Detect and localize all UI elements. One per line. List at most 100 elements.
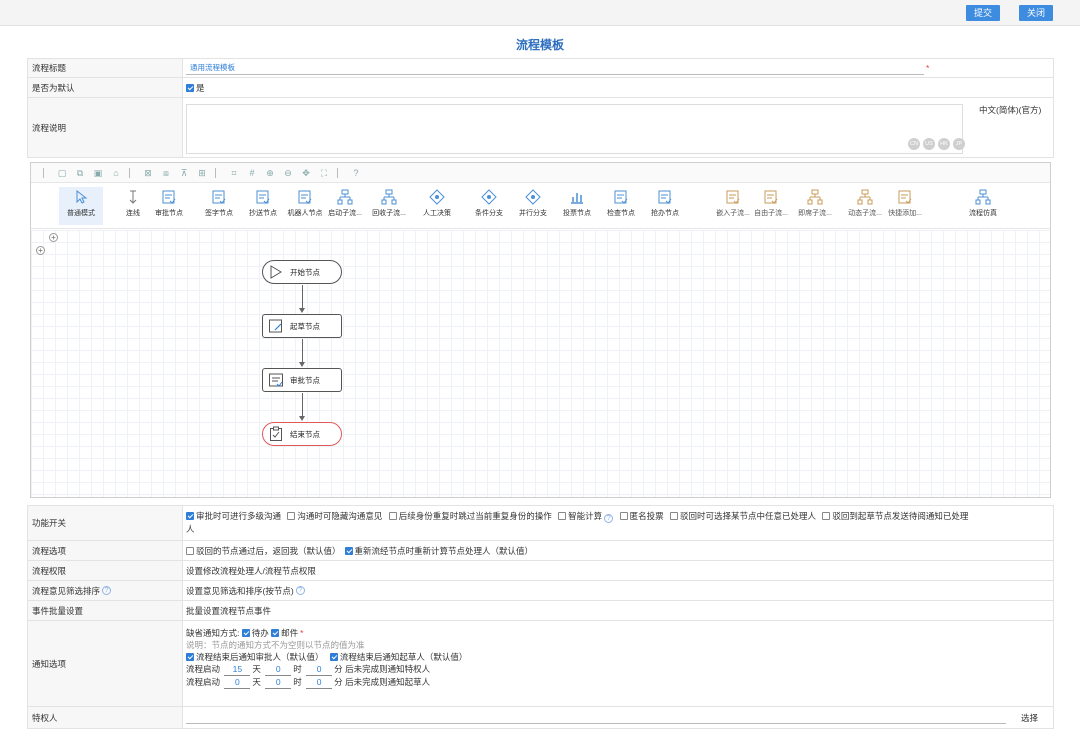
tool-grab-node[interactable]: 抢办节点 — [643, 187, 687, 225]
switch-checkbox[interactable] — [186, 512, 194, 520]
zoom-in-icon[interactable]: ⊕ — [265, 168, 275, 178]
timeout-hours-input[interactable]: 0 — [265, 663, 292, 676]
help-icon[interactable]: ? — [295, 586, 305, 595]
sign-node-icon — [212, 190, 226, 204]
draft-node[interactable]: 起草节点 — [262, 314, 342, 338]
permission-link[interactable]: 设置修改流程处理人/流程节点权限 — [186, 565, 316, 577]
close-button[interactable]: 关闭 — [1019, 5, 1054, 21]
cc-node-icon — [256, 190, 270, 204]
fullscreen-icon[interactable]: ⛶ — [319, 168, 329, 178]
tool-robot-node[interactable]: 机器人节点 — [283, 187, 327, 225]
review-node-label: 审批节点 — [290, 375, 320, 385]
switch-checkbox[interactable] — [287, 512, 296, 520]
copy-icon[interactable]: ⧉ — [75, 168, 85, 178]
end-node[interactable]: 结束节点 — [262, 422, 342, 446]
switch-checkbox[interactable] — [822, 512, 831, 520]
connector — [302, 285, 303, 309]
tool-dynamic-subflow[interactable]: 动态子流... — [843, 187, 887, 225]
tool-adhoc-subflow[interactable]: 即席子流... — [793, 187, 837, 225]
align-icon[interactable]: ⊼ — [179, 168, 189, 178]
separator — [129, 168, 130, 178]
row-privileged: 特权人 选择 — [27, 707, 1054, 729]
help-icon[interactable]: ? — [102, 586, 112, 595]
flow-title-input[interactable]: 通用流程模板 — [186, 62, 924, 75]
switch-checkbox[interactable] — [558, 512, 567, 520]
zoom-out-icon[interactable]: ⊖ — [283, 168, 293, 178]
opinion-sort-link[interactable]: 设置意见筛选和排序(按节点) — [186, 585, 294, 597]
privileged-select-button[interactable]: 选择 — [1021, 712, 1038, 724]
tool-quick-add[interactable]: 快捷添加... — [883, 187, 927, 225]
tool-start-subflow[interactable]: 启动子流... — [323, 187, 367, 225]
lang-cn-icon[interactable]: CN — [908, 138, 920, 150]
expand-plus-icon[interactable]: + — [49, 233, 58, 242]
timeout-minutes-input[interactable]: 0 — [306, 676, 333, 689]
tool-manual-decision[interactable]: 人工决策 — [415, 187, 459, 225]
switch-checkbox[interactable] — [388, 512, 397, 520]
tool-condition-branch[interactable]: 条件分支 — [467, 187, 511, 225]
switch-item[interactable]: 匿名投票 — [619, 511, 664, 521]
tool-parallel-branch[interactable]: 并行分支 — [511, 187, 555, 225]
switch-item[interactable]: 驳回到起草节点发送待阅通知已处理 — [822, 511, 968, 521]
help-icon[interactable]: ? — [604, 514, 614, 523]
timeout-minutes-input[interactable]: 0 — [306, 663, 333, 676]
lang-jp-icon[interactable]: JP — [953, 138, 965, 150]
is-default-checkbox[interactable] — [186, 83, 194, 92]
timeout-days-input[interactable]: 0 — [224, 676, 251, 689]
flow-desc-cell: 中文(简体)(官方) CN US HK JP — [184, 98, 1053, 157]
submit-button[interactable]: 提交 — [966, 5, 1001, 21]
tool-label: 自由子流... — [754, 210, 788, 217]
notify-approver-checkbox[interactable] — [186, 653, 194, 661]
help-icon[interactable]: ? — [351, 168, 361, 178]
switch-item[interactable]: 后续身份重复时跳过当前重复身份的操作 — [388, 511, 552, 521]
switch-item[interactable]: 驳回时可选择某节点中任意已处理人 — [669, 511, 816, 521]
option-checkbox[interactable] — [186, 546, 194, 555]
clone-icon[interactable]: ⧈ — [161, 168, 171, 178]
new-icon[interactable]: ▢ — [57, 168, 67, 178]
tool-cursor[interactable]: 普通模式 — [59, 187, 103, 225]
review-node[interactable]: 审批节点 — [262, 368, 342, 392]
notify-mail-checkbox[interactable] — [271, 629, 280, 637]
move-icon[interactable]: ✥ — [301, 168, 311, 178]
notify-method-line: 缺省通知方式: 待办 邮件 * — [186, 627, 1053, 639]
notify-todo-checkbox[interactable] — [241, 629, 250, 637]
switch-item[interactable]: 智能计算? — [558, 511, 615, 523]
tool-label: 流程仿真 — [969, 210, 997, 217]
switch-checkbox[interactable] — [669, 512, 678, 520]
switch-label-wrap: 人 — [186, 524, 195, 534]
paste-icon[interactable]: ▣ — [93, 168, 103, 178]
tool-check-node[interactable]: 检查节点 — [599, 187, 643, 225]
fit-icon[interactable]: ⌗ — [229, 168, 239, 178]
tool-vote-node[interactable]: 投票节点 — [555, 187, 599, 225]
timeout-suffix: 后未完成则通知起草人 — [345, 677, 431, 687]
tool-free-subflow[interactable]: 自由子流... — [749, 187, 793, 225]
tool-simulation[interactable]: 流程仿真 — [961, 187, 1005, 225]
delete-icon[interactable]: ⌂ — [111, 168, 121, 178]
tool-sign-node[interactable]: 签字节点 — [197, 187, 241, 225]
options-cell: 驳回的节点通过后，返回我（默认值） 重新流经节点时重新计算节点处理人（默认值） — [184, 541, 1053, 560]
switch-item[interactable]: 审批时可进行多级沟通 — [186, 511, 281, 521]
timeout-days-input[interactable]: 15 — [224, 663, 251, 676]
switch-item[interactable]: 沟通时可隐藏沟通意见 — [287, 511, 382, 521]
tree-icon[interactable]: ⊞ — [197, 168, 207, 178]
privileged-cell: 选择 — [184, 707, 1053, 728]
robot-node-icon — [298, 190, 312, 204]
events-link[interactable]: 批量设置流程节点事件 — [186, 605, 271, 617]
switch-label: 驳回到起草节点发送待阅通知已处理 — [832, 511, 969, 521]
option-checkbox[interactable] — [344, 546, 353, 555]
timeout-hours-input[interactable]: 0 — [265, 676, 292, 689]
lang-hk-icon[interactable]: HK — [938, 138, 950, 150]
start-node[interactable]: 开始节点 — [262, 260, 342, 284]
tool-review-node[interactable]: 审批节点 — [147, 187, 191, 225]
flow-desc-textarea[interactable] — [186, 104, 963, 154]
flow-canvas[interactable]: + + 开始节点 起草节点 审批节点 结束节点 — [31, 230, 1050, 497]
grid-icon[interactable]: # — [247, 168, 257, 178]
lang-us-icon[interactable]: US — [923, 138, 935, 150]
tool-cc-node[interactable]: 抄送节点 — [241, 187, 285, 225]
tool-recover-subflow[interactable]: 回收子流... — [367, 187, 411, 225]
switch-checkbox[interactable] — [619, 512, 628, 520]
end-node-label: 结束节点 — [290, 429, 320, 439]
privileged-input[interactable] — [186, 711, 1006, 724]
notify-drafter-checkbox[interactable] — [329, 653, 338, 661]
image-icon[interactable]: ⊠ — [143, 168, 153, 178]
add-plus-icon[interactable]: + — [36, 246, 45, 255]
